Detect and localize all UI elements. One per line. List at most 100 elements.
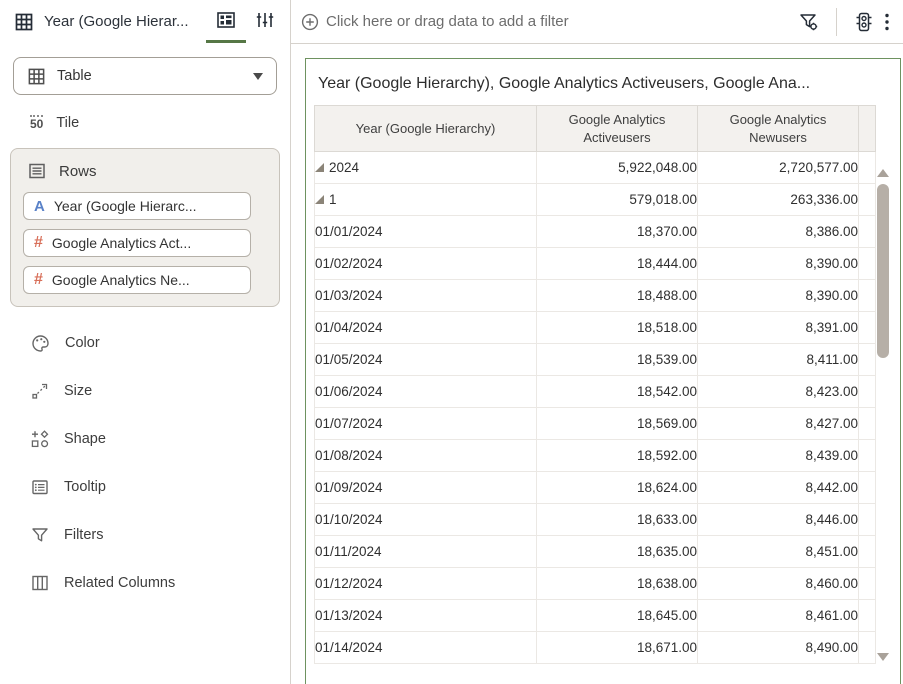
value-cell[interactable]: 18,633.00 [537,504,698,536]
tab-properties[interactable] [246,0,284,43]
table-row[interactable]: 01/06/202418,542.008,423.00 [315,376,876,408]
row-label-cell[interactable]: 01/11/2024 [315,536,537,568]
value-cell[interactable]: 579,018.00 [537,184,698,216]
table-row[interactable]: 01/09/202418,624.008,442.00 [315,472,876,504]
table-row[interactable]: 01/02/202418,444.008,390.00 [315,248,876,280]
value-cell[interactable]: 18,645.00 [537,600,698,632]
value-cell[interactable]: 18,569.00 [537,408,698,440]
viz-type-dropdown[interactable]: Table [13,57,277,95]
value-cell[interactable]: 8,451.00 [698,536,859,568]
table-row[interactable]: 01/10/2024 18,633.008,446.00 [315,504,876,536]
table-row[interactable]: 1579,018.00263,336.00 [315,184,876,216]
header-cell-newusers[interactable]: Google Analytics Newusers [698,106,859,152]
value-cell[interactable]: 8,427.00 [698,408,859,440]
table-row[interactable]: 01/01/202418,370.008,386.00 [315,216,876,248]
value-cell[interactable]: 8,439.00 [698,440,859,472]
value-cell[interactable]: 8,391.00 [698,312,859,344]
table-row[interactable]: 01/04/202418,518.008,391.00 [315,312,876,344]
row-label-cell[interactable]: 01/01/2024 [315,216,537,248]
row-label-cell[interactable]: 01/10/2024 [315,504,537,536]
row-label-cell[interactable]: 1 [315,184,537,216]
value-cell[interactable]: 8,446.00 [698,504,859,536]
add-filter-icon[interactable] [301,13,319,31]
value-cell[interactable]: 18,638.00 [537,568,698,600]
value-cell[interactable]: 8,386.00 [698,216,859,248]
value-cell[interactable]: 18,542.00 [537,376,698,408]
header-cell-year[interactable]: Year (Google Hierarchy) [315,106,537,152]
row-label-cell[interactable]: 01/14/2024 [315,632,537,664]
table-row[interactable]: 01/05/202418,539.008,411.00 [315,344,876,376]
value-cell[interactable]: 5,922,048.00 [537,152,698,184]
table-row[interactable]: 01/08/2024 18,592.008,439.00 [315,440,876,472]
value-cell[interactable]: 18,624.00 [537,472,698,504]
table-row[interactable]: 01/13/202418,645.008,461.00 [315,600,876,632]
sidebar-item-related-columns[interactable]: Related Columns [0,559,290,607]
table-row[interactable]: 01/12/202418,638.008,460.00 [315,568,876,600]
scroll-down-arrow[interactable] [877,653,889,661]
value-cell[interactable]: 18,592.00 [537,440,698,472]
sidebar-item-filters[interactable]: Filters [0,511,290,559]
sidebar-item-color[interactable]: Color [0,319,290,367]
value-cell[interactable]: 8,442.00 [698,472,859,504]
value-cell[interactable]: 8,390.00 [698,248,859,280]
row-label-cell[interactable]: 2024 [315,152,537,184]
scrollbar-thumb[interactable] [877,184,889,358]
value-cell[interactable]: 8,390.00 [698,280,859,312]
tile-target[interactable]: 50 Tile [30,115,290,131]
value-cell[interactable]: 18,539.00 [537,344,698,376]
value-cell[interactable]: 18,518.00 [537,312,698,344]
sidebar-item-shape[interactable]: Shape [0,415,290,463]
value-cell[interactable]: 18,488.00 [537,280,698,312]
vertical-scrollbar[interactable] [877,164,889,684]
row-label-cell[interactable]: 01/05/2024 [315,344,537,376]
filter-options-button[interactable] [794,7,824,37]
row-label: 01/10/2024 [315,512,383,527]
row-label-cell[interactable]: 01/07/2024 [315,408,537,440]
table-row[interactable]: 01/11/202418,635.008,451.00 [315,536,876,568]
top-bar-divider [836,8,837,36]
value-cell[interactable]: 18,635.00 [537,536,698,568]
value-cell[interactable]: 8,411.00 [698,344,859,376]
value-cell[interactable]: 8,490.00 [698,632,859,664]
rows-label: Rows [59,163,97,180]
table-row[interactable]: 01/07/2024 18,569.008,427.00 [315,408,876,440]
sidebar-item-size[interactable]: Size [0,367,290,415]
rows-pill-activeusers[interactable]: # Google Analytics Act... [23,229,251,257]
collapse-triangle-icon[interactable] [315,195,324,204]
tab-grammar-panel[interactable] [206,0,246,43]
table-visualization[interactable]: Year (Google Hierarchy), Google Analytic… [305,58,901,684]
row-label-cell[interactable]: 01/09/2024 [315,472,537,504]
related-columns-icon [30,573,50,593]
rows-drop-zone[interactable]: Rows A Year (Google Hierarc... # Google … [10,148,280,307]
row-label-cell[interactable]: 01/03/2024 [315,280,537,312]
more-menu-button[interactable] [879,7,895,37]
collapse-triangle-icon[interactable] [315,163,324,172]
value-cell[interactable]: 18,444.00 [537,248,698,280]
table-row[interactable]: 20245,922,048.002,720,577.00 [315,152,876,184]
value-cell[interactable]: 8,461.00 [698,600,859,632]
value-cell[interactable]: 18,671.00 [537,632,698,664]
value-cell[interactable]: 8,460.00 [698,568,859,600]
sidebar-item-tooltip[interactable]: Tooltip [0,463,290,511]
table-row[interactable]: 01/03/202418,488.008,390.00 [315,280,876,312]
scroll-up-arrow[interactable] [877,169,889,177]
rows-pill-year[interactable]: A Year (Google Hierarc... [23,192,251,220]
value-cell[interactable]: 8,423.00 [698,376,859,408]
empty-cell [859,440,876,472]
header-cell-activeusers[interactable]: Google Analytics Activeusers [537,106,698,152]
row-label-cell[interactable]: 01/02/2024 [315,248,537,280]
row-label-cell[interactable]: 01/08/2024 [315,440,537,472]
row-label: 01/07/2024 [315,416,383,431]
value-cell[interactable]: 18,370.00 [537,216,698,248]
row-label-cell[interactable]: 01/13/2024 [315,600,537,632]
row-label-cell[interactable]: 01/04/2024 [315,312,537,344]
value-cell[interactable]: 2,720,577.00 [698,152,859,184]
row-label-cell[interactable]: 01/06/2024 [315,376,537,408]
insights-button[interactable] [849,7,879,37]
value-cell[interactable]: 263,336.00 [698,184,859,216]
rows-pill-newusers[interactable]: # Google Analytics Ne... [23,266,251,294]
table-row[interactable]: 01/14/202418,671.008,490.00 [315,632,876,664]
filter-bar[interactable]: Click here or drag data to add a filter [291,0,794,43]
row-label-cell[interactable]: 01/12/2024 [315,568,537,600]
row-label: 01/08/2024 [315,448,383,463]
